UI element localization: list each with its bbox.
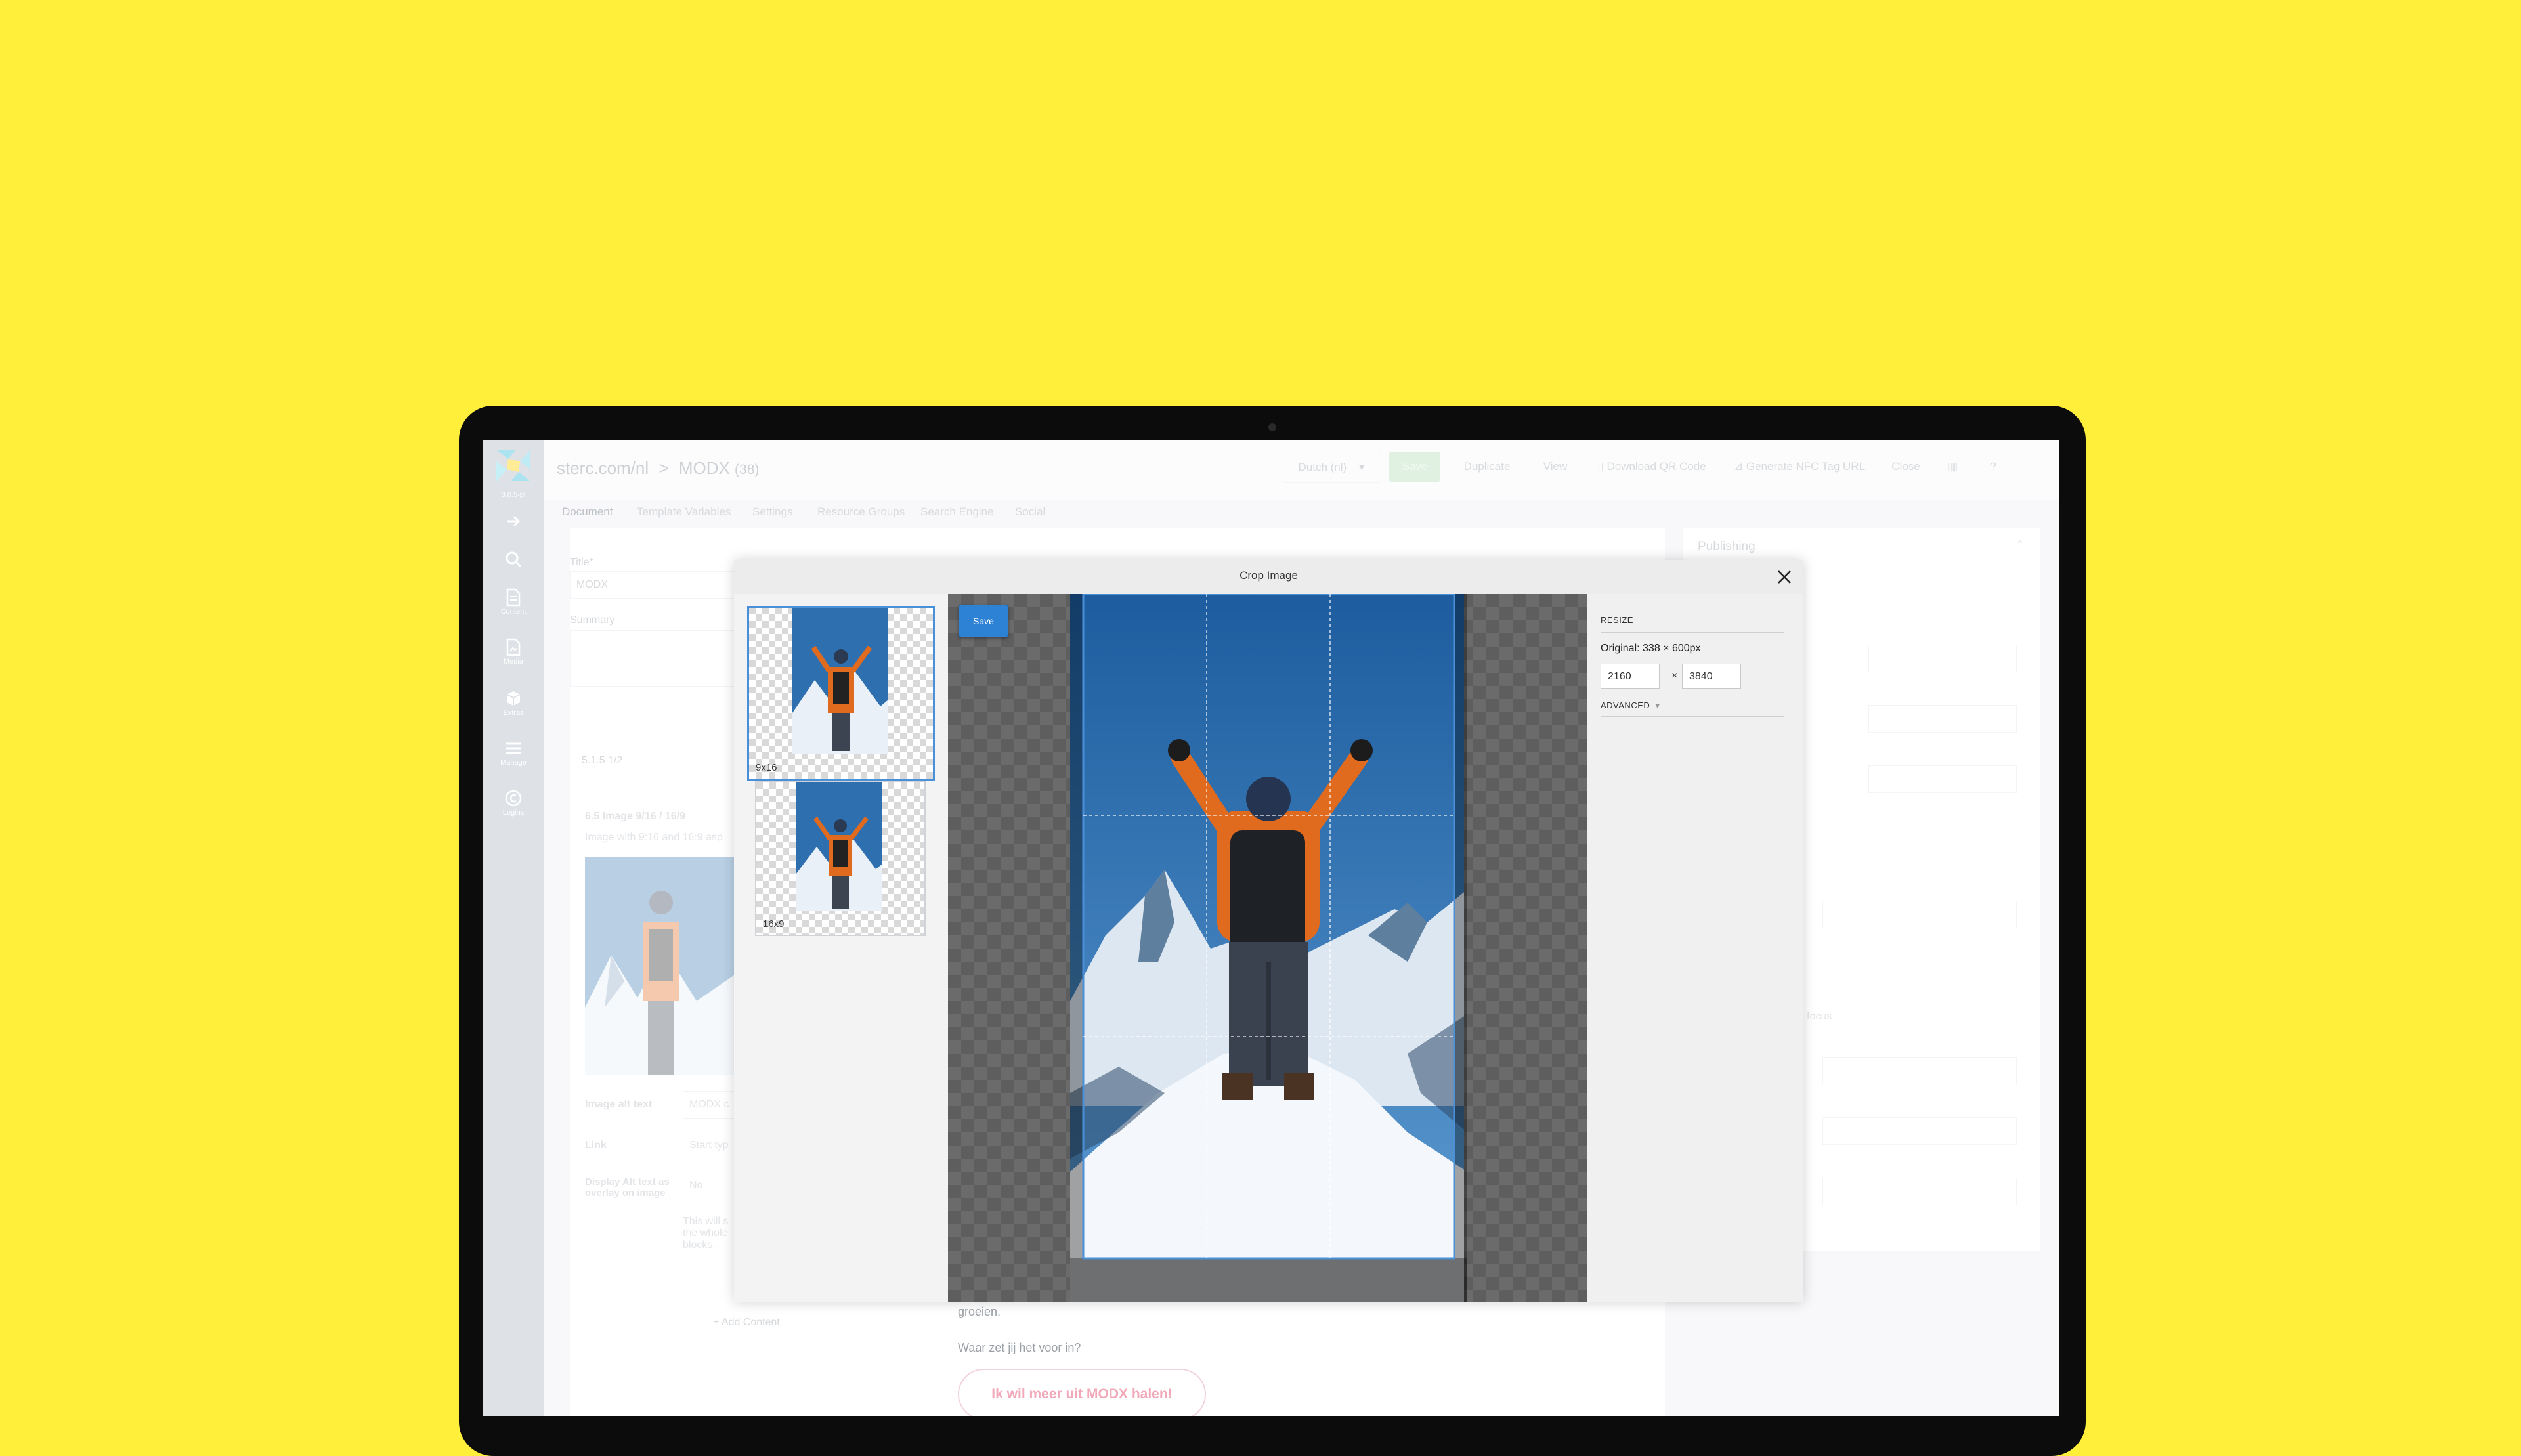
chevron-down-icon: ▼ (1654, 702, 1662, 710)
original-size: Original: 338 × 600px (1601, 643, 1701, 654)
resize-heading: RESIZE (1601, 615, 1633, 625)
crop-option-9x16[interactable]: 9x16 (747, 606, 935, 781)
crop-save-button[interactable]: Save (959, 605, 1008, 637)
cta-button[interactable]: Ik wil meer uit MODX halen! (958, 1369, 1206, 1416)
modal-header: Crop Image (734, 560, 1803, 595)
divider (1601, 632, 1784, 633)
crop-settings-panel: RESIZE Original: 338 × 600px 2160 × 3840… (1587, 594, 1803, 1302)
close-icon[interactable] (1775, 567, 1794, 587)
text-fragment: groeien. (958, 1305, 1001, 1318)
advanced-toggle[interactable]: ADVANCED ▼ (1601, 700, 1662, 710)
times-sign: × (1671, 670, 1678, 681)
camera-dot (1268, 423, 1276, 431)
crop-option-16x9[interactable]: 16x9 (755, 781, 926, 936)
thumbnail-9x16-image (749, 608, 933, 779)
question-text: Waar zet jij het voor in? (958, 1341, 1081, 1354)
crop-canvas[interactable]: Save (948, 594, 1587, 1302)
thumbnail-16x9-image (756, 782, 924, 935)
crop-label-16x9: 16x9 (763, 918, 785, 930)
crop-thumbnails: 9x16 16x9 (734, 594, 948, 1302)
crop-label-9x16: 9x16 (756, 762, 777, 773)
crop-image-modal: Crop Image 9x16 16x9 Save RESIZE Origina… (734, 560, 1803, 1302)
width-input[interactable]: 2160 (1601, 664, 1660, 689)
height-input[interactable]: 3840 (1682, 664, 1741, 689)
modal-title: Crop Image (1239, 569, 1298, 582)
screen: 3.0.5-pl Content Media Extras Manage Log… (483, 440, 2059, 1416)
divider (1601, 716, 1784, 717)
crop-photo (948, 594, 1587, 1302)
advanced-label: ADVANCED (1601, 700, 1650, 710)
